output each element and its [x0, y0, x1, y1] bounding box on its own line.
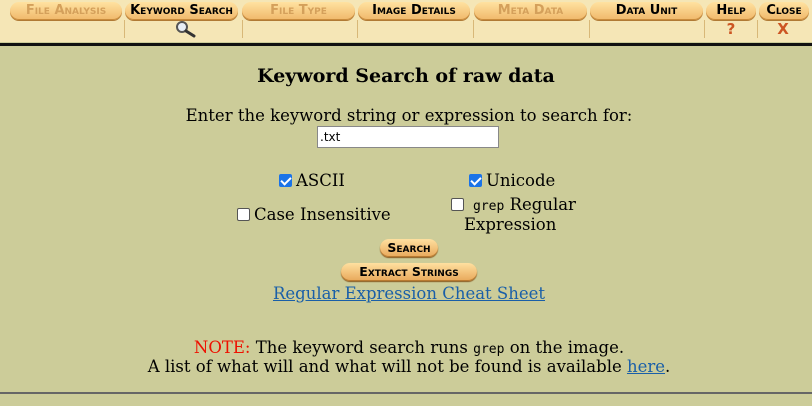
case-insensitive-checkbox[interactable] [237, 208, 250, 221]
tab-data-unit[interactable]: Data Unit [590, 2, 703, 20]
ascii-checkbox[interactable] [279, 174, 292, 187]
note-text-before: The keyword search runs [255, 338, 468, 357]
tab-close[interactable]: Close [759, 2, 809, 20]
close-icon[interactable]: X [770, 20, 796, 38]
extract-strings-button[interactable]: Extract Strings [341, 263, 477, 281]
cheat-sheet-link[interactable]: Regular Expression Cheat Sheet [273, 284, 545, 303]
page-title: Keyword Search of raw data [257, 65, 555, 87]
tab-keyword-search[interactable]: Keyword Search [125, 2, 238, 20]
tab-help[interactable]: Help [706, 2, 756, 20]
tab-image-details[interactable]: Image Details [358, 2, 470, 20]
search-button[interactable]: Search [380, 239, 438, 257]
grep-regex-label-line1: grep Regular [473, 195, 576, 214]
note-label: NOTE: [193, 338, 251, 357]
header-divider [0, 43, 812, 46]
unicode-label: Unicode [486, 171, 556, 190]
tab-cell [357, 20, 474, 38]
regular-text: Regular [509, 195, 576, 214]
grep-code: grep [473, 199, 505, 214]
note-line-1: NOTE: The keyword search runs grep on th… [0, 338, 812, 357]
grep-regex-label-line2: Expression [464, 215, 557, 234]
tab-cell [473, 20, 590, 38]
case-insensitive-label: Case Insensitive [254, 205, 391, 224]
tab-cell [589, 20, 705, 38]
magnifier-icon[interactable] [170, 20, 200, 38]
tab-cell [241, 20, 358, 38]
note-grep-code: grep [473, 342, 505, 357]
note-text-after: on the image. [509, 338, 625, 357]
note-line2-period: . [665, 357, 671, 376]
note-line2-text: A list of what will and what will not be… [147, 357, 622, 376]
ascii-label: ASCII [296, 171, 345, 190]
footer-divider [0, 392, 812, 394]
here-link[interactable]: here [627, 357, 665, 376]
tab-file-type[interactable]: File Type [242, 2, 355, 20]
cheat-sheet-line: Regular Expression Cheat Sheet [0, 284, 812, 303]
search-input[interactable]: .txt [317, 126, 499, 148]
tab-bar: File Analysis Keyword Search File Type I… [0, 0, 812, 42]
grep-regex-checkbox[interactable] [451, 198, 464, 211]
tab-file-analysis[interactable]: File Analysis [10, 2, 122, 20]
search-prompt: Enter the keyword string or expression t… [185, 106, 633, 125]
tab-meta-data[interactable]: Meta Data [474, 2, 587, 20]
help-icon[interactable]: ? [718, 20, 744, 38]
unicode-checkbox[interactable] [469, 174, 482, 187]
note-line-2: A list of what will and what will not be… [0, 357, 812, 376]
